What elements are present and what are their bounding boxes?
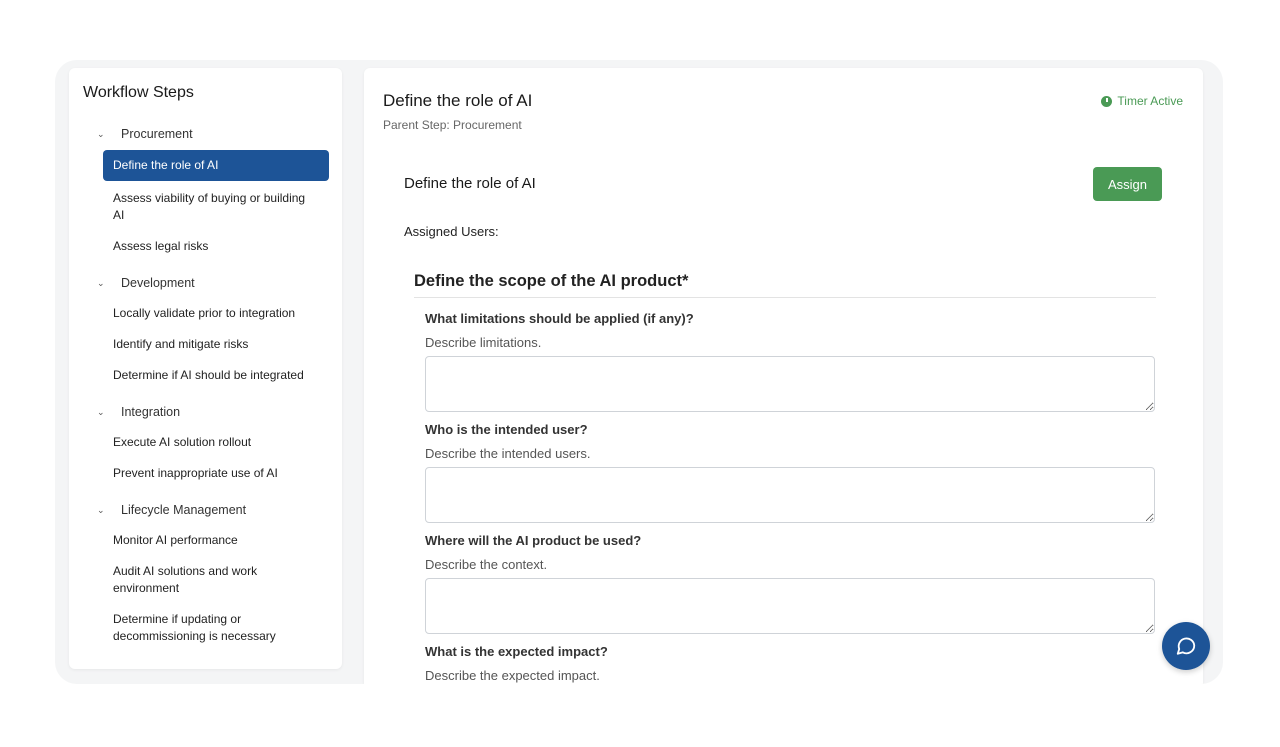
sidebar-group-development: ⌄ Development Locally validate prior to … (83, 273, 328, 384)
question-label: What limitations should be applied (if a… (425, 311, 694, 326)
card-title: Define the role of AI (404, 175, 536, 192)
sidebar-item-label: Identify and mitigate risks (113, 337, 249, 351)
chevron-down-icon[interactable]: ⌄ (83, 407, 107, 418)
sidebar-item-assess-legal[interactable]: Assess legal risks (103, 238, 328, 255)
sidebar-item-define-role[interactable]: Define the role of AI (103, 150, 329, 181)
sidebar-item-label: Assess viability of buying or building A… (113, 191, 306, 222)
sidebar-item-audit-solutions[interactable]: Audit AI solutions and work environment (103, 563, 328, 597)
sidebar-item-label: Locally validate prior to integration (113, 306, 296, 320)
question-label: Who is the intended user? (425, 422, 588, 437)
sidebar-item-execute-rollout[interactable]: Execute AI solution rollout (103, 434, 328, 451)
sidebar-item-label: Audit AI solutions and work environment (113, 564, 258, 595)
group-header-lifecycle[interactable]: ⌄ Lifecycle Management (83, 500, 328, 520)
chat-bubble-icon (1176, 637, 1196, 655)
clock-icon (1101, 95, 1113, 107)
timer-label: Timer Active (1117, 94, 1183, 108)
sidebar-item-label: Determine if AI should be integrated (113, 368, 304, 382)
sidebar-item-label: Assess legal risks (113, 239, 209, 253)
question-description: Describe the expected impact. (425, 668, 600, 683)
timer-status: Timer Active (1101, 94, 1183, 108)
chat-button[interactable] (1162, 622, 1210, 670)
question-description: Describe the context. (425, 557, 548, 572)
chevron-down-icon[interactable]: ⌄ (83, 278, 107, 289)
group-header-development[interactable]: ⌄ Development (83, 273, 328, 293)
sidebar-group-integration: ⌄ Integration Execute AI solution rollou… (83, 402, 328, 482)
sidebar-item-label: Execute AI solution rollout (113, 435, 252, 449)
question-label: Where will the AI product be used? (425, 533, 642, 548)
chevron-down-icon[interactable]: ⌄ (83, 129, 107, 140)
limitations-textarea[interactable] (425, 356, 1155, 412)
group-label: Lifecycle Management (121, 503, 247, 517)
chevron-down-icon[interactable]: ⌄ (83, 505, 107, 516)
sidebar-item-label: Define the role of AI (113, 158, 219, 172)
group-label: Integration (121, 405, 181, 419)
sidebar-item-identify-risks[interactable]: Identify and mitigate risks (103, 336, 328, 353)
sidebar-item-assess-viability[interactable]: Assess viability of buying or building A… (103, 190, 328, 224)
question-label: What is the expected impact? (425, 644, 608, 659)
workflow-sidebar: Workflow Steps ⌄ Procurement Define the … (69, 68, 342, 669)
app-frame: Workflow Steps ⌄ Procurement Define the … (55, 60, 1223, 684)
sidebar-group-lifecycle: ⌄ Lifecycle Management Monitor AI perfor… (83, 500, 328, 645)
sidebar-item-locally-validate[interactable]: Locally validate prior to integration (103, 305, 328, 322)
assign-button[interactable]: Assign (1093, 167, 1162, 201)
sidebar-title: Workflow Steps (83, 84, 194, 101)
sidebar-item-prevent-misuse[interactable]: Prevent inappropriate use of AI (103, 465, 328, 482)
assigned-users-label: Assigned Users: (404, 224, 499, 239)
usage-context-textarea[interactable] (425, 578, 1155, 634)
question-description: Describe the intended users. (425, 446, 591, 461)
group-label: Development (121, 276, 195, 290)
group-label: Procurement (121, 127, 193, 141)
sidebar-item-label: Monitor AI performance (113, 533, 238, 547)
sidebar-item-determine-updating[interactable]: Determine if updating or decommissioning… (103, 611, 328, 645)
parent-step-label: Parent Step: Procurement (383, 118, 522, 132)
group-header-integration[interactable]: ⌄ Integration (83, 402, 328, 422)
section-title: Define the scope of the AI product* (414, 272, 689, 290)
sidebar-item-label: Determine if updating or decommissioning… (113, 612, 276, 643)
sidebar-group-procurement: ⌄ Procurement Define the role of AI Asse… (83, 124, 329, 255)
page-title: Define the role of AI (383, 91, 533, 110)
sidebar-item-monitor-performance[interactable]: Monitor AI performance (103, 532, 328, 549)
intended-user-textarea[interactable] (425, 467, 1155, 523)
section-divider (414, 297, 1156, 298)
sidebar-item-determine-integrate[interactable]: Determine if AI should be integrated (103, 367, 328, 384)
main-panel: Define the role of AI Parent Step: Procu… (364, 68, 1203, 684)
group-header-procurement[interactable]: ⌄ Procurement (83, 124, 328, 144)
question-description: Describe limitations. (425, 335, 542, 350)
sidebar-item-label: Prevent inappropriate use of AI (113, 466, 278, 480)
